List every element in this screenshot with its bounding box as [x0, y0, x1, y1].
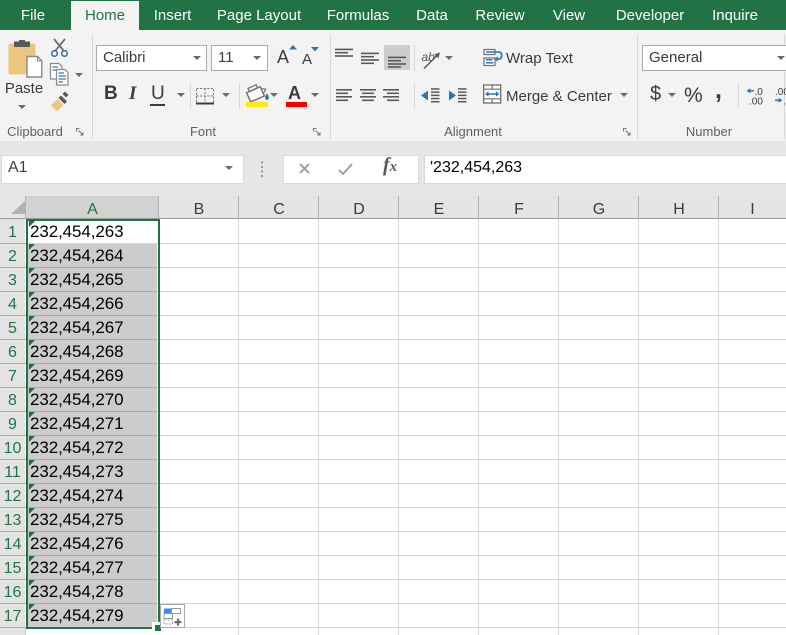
- svg-text:.00: .00: [749, 97, 763, 108]
- svg-text:ab: ab: [422, 50, 436, 64]
